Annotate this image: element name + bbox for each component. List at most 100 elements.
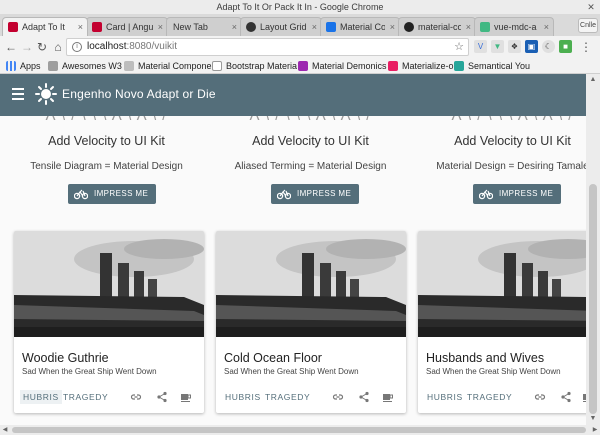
main-content: Λ \ / \ \ \ Λ \ Λ \ / Add Velocity to UI… — [0, 116, 586, 425]
bookmark-bootstrap-material[interactable]: Bootstrap Materia — [212, 60, 297, 72]
card-title: Husbands and Wives — [426, 351, 545, 365]
bookmark-page-icon — [124, 61, 134, 71]
bookmark-awesomes[interactable]: Awesomes W3 — [48, 60, 122, 72]
window-close-icon[interactable]: ✕ — [585, 1, 597, 13]
tab-close-icon[interactable]: × — [78, 18, 83, 36]
feature-heading-clipped: Λ \ / \ \ \ Λ \ Λ \ / — [420, 116, 586, 124]
extension-vuetify-icon[interactable]: V — [474, 40, 487, 53]
github-favicon-icon — [404, 22, 414, 32]
tab-label: Material Co — [340, 22, 385, 32]
card-actions: HUBRIS TRAGEDY — [216, 385, 406, 409]
ship-photo-image — [216, 231, 406, 337]
bookmark-page-icon — [454, 61, 464, 71]
back-arrow-icon[interactable]: ← — [3, 38, 19, 56]
card: Cold Ocean Floor Sad When the Great Ship… — [216, 231, 406, 413]
extension-moon-icon[interactable]: ☾ — [542, 40, 555, 53]
card-title: Cold Ocean Floor — [224, 351, 322, 365]
tab-new-tab[interactable]: New Tab × — [166, 17, 242, 36]
tragedy-button[interactable]: TRAGEDY — [60, 390, 111, 404]
tab-layout-grid[interactable]: Layout Grid × — [240, 17, 322, 36]
menu-dots-icon[interactable]: ⋮ — [578, 38, 594, 56]
extension-blue-icon[interactable]: ▣ — [525, 40, 538, 53]
bookmark-materialize[interactable]: Materialize-o — [388, 60, 454, 72]
home-icon[interactable]: ⌂ — [50, 38, 66, 56]
feature-heading-clipped: Λ \ / \ \ \ Λ \ Λ \ / — [218, 116, 403, 124]
card-actions: HUBRIS TRAGEDY — [14, 385, 204, 409]
impress-me-button[interactable]: IMPRESS ME — [473, 184, 562, 204]
address-host: localhost — [87, 41, 127, 52]
scroll-right-icon[interactable]: ▶ — [590, 425, 600, 435]
profile-button[interactable]: Cnlle — [578, 18, 598, 33]
star-icon[interactable]: ☆ — [454, 39, 464, 55]
link-icon[interactable] — [534, 391, 546, 403]
forward-arrow-icon[interactable]: → — [19, 38, 35, 56]
tab-close-icon[interactable]: × — [312, 18, 317, 36]
bookmark-page-icon — [388, 61, 398, 71]
extension-bug-icon[interactable]: ❖ — [508, 40, 521, 53]
vertical-scroll-thumb[interactable] — [589, 184, 597, 414]
layout-grid-favicon-icon — [246, 22, 256, 32]
tab-material-co-github[interactable]: material-co × — [398, 17, 476, 36]
bike-icon — [277, 189, 291, 200]
ship-photo-image — [14, 231, 204, 337]
coffee-icon[interactable] — [382, 391, 394, 403]
scroll-up-icon[interactable]: ▲ — [586, 74, 600, 86]
tab-close-icon[interactable]: × — [232, 18, 237, 36]
scroll-left-icon[interactable]: ◀ — [0, 425, 10, 435]
bookmark-material-components[interactable]: Material Compone — [124, 60, 212, 72]
coffee-icon[interactable] — [180, 391, 192, 403]
extension-green-icon[interactable]: ■ — [559, 40, 572, 53]
bookmark-material-demonics[interactable]: Material Demonics — [298, 60, 387, 72]
tab-card-angular[interactable]: Card | Angu × — [86, 17, 168, 36]
card-subtitle: Sad When the Great Ship Went Down — [426, 367, 561, 376]
share-icon[interactable] — [156, 391, 168, 403]
bookmark-semantical[interactable]: Semantical You — [454, 60, 530, 72]
bookmark-label: Semantical You — [468, 61, 531, 71]
tragedy-button[interactable]: TRAGEDY — [262, 390, 313, 404]
button-label: IMPRESS ME — [297, 189, 352, 198]
horizontal-scrollbar[interactable]: ◀ ▶ — [0, 425, 600, 435]
bookmark-label: Material Compone — [138, 61, 212, 71]
tab-material-components[interactable]: Material Co × — [320, 17, 400, 36]
feature-subtitle: Aliased Terming = Material Design — [234, 161, 387, 172]
impress-me-button[interactable]: IMPRESS ME — [68, 184, 157, 204]
hubris-button[interactable]: HUBRIS — [424, 390, 466, 404]
tab-close-icon[interactable]: × — [544, 18, 549, 36]
horizontal-scroll-thumb[interactable] — [12, 427, 586, 433]
tab-vue-mdc[interactable]: vue-mdc-a × — [474, 17, 554, 36]
feature-title: Add Velocity to UI Kit — [48, 134, 165, 148]
extension-vue-devtools-icon[interactable]: ▼ — [491, 40, 504, 53]
ship-photo-image — [418, 231, 586, 337]
bike-icon — [479, 189, 493, 200]
apps-grid-icon — [6, 61, 16, 71]
address-bar[interactable]: i localhost:8080/vuikit ☆ — [66, 38, 469, 56]
feature-block: Λ \ / \ \ \ Λ \ Λ \ / Add Velocity to UI… — [218, 116, 403, 216]
card-actions: HUBRIS TRAGEDY — [418, 385, 586, 409]
tragedy-button[interactable]: TRAGEDY — [464, 390, 515, 404]
link-icon[interactable] — [332, 391, 344, 403]
share-icon[interactable] — [358, 391, 370, 403]
feature-block: Λ \ / \ \ \ Λ \ Λ \ / Add Velocity to UI… — [420, 116, 586, 216]
reload-icon[interactable]: ↻ — [34, 38, 50, 56]
info-icon[interactable]: i — [72, 42, 82, 52]
tab-close-icon[interactable]: × — [158, 18, 163, 36]
hubris-button[interactable]: HUBRIS — [222, 390, 264, 404]
tab-close-icon[interactable]: × — [466, 18, 471, 36]
tab-label: vue-mdc-a — [494, 22, 537, 32]
vertical-scrollbar[interactable]: ▲ ▼ — [586, 74, 600, 425]
bookmark-apps[interactable]: Apps — [6, 60, 41, 72]
tab-adapt-to-it[interactable]: Adapt To It × — [2, 17, 88, 36]
tab-label: Layout Grid — [260, 22, 307, 32]
share-icon[interactable] — [560, 391, 572, 403]
bookmark-page-icon — [298, 61, 308, 71]
bookmark-label: Material Demonics — [312, 61, 387, 71]
impress-me-button[interactable]: IMPRESS ME — [271, 184, 360, 204]
tab-close-icon[interactable]: × — [390, 18, 395, 36]
link-icon[interactable] — [130, 391, 142, 403]
hamburger-menu-icon[interactable] — [12, 88, 24, 100]
hubris-button[interactable]: HUBRIS — [20, 390, 62, 404]
card: Husbands and Wives Sad When the Great Sh… — [418, 231, 586, 413]
scroll-down-icon[interactable]: ▼ — [586, 413, 600, 425]
vue-favicon-icon — [480, 22, 490, 32]
feature-block: Λ \ / \ \ \ Λ \ Λ \ / Add Velocity to UI… — [14, 116, 199, 216]
